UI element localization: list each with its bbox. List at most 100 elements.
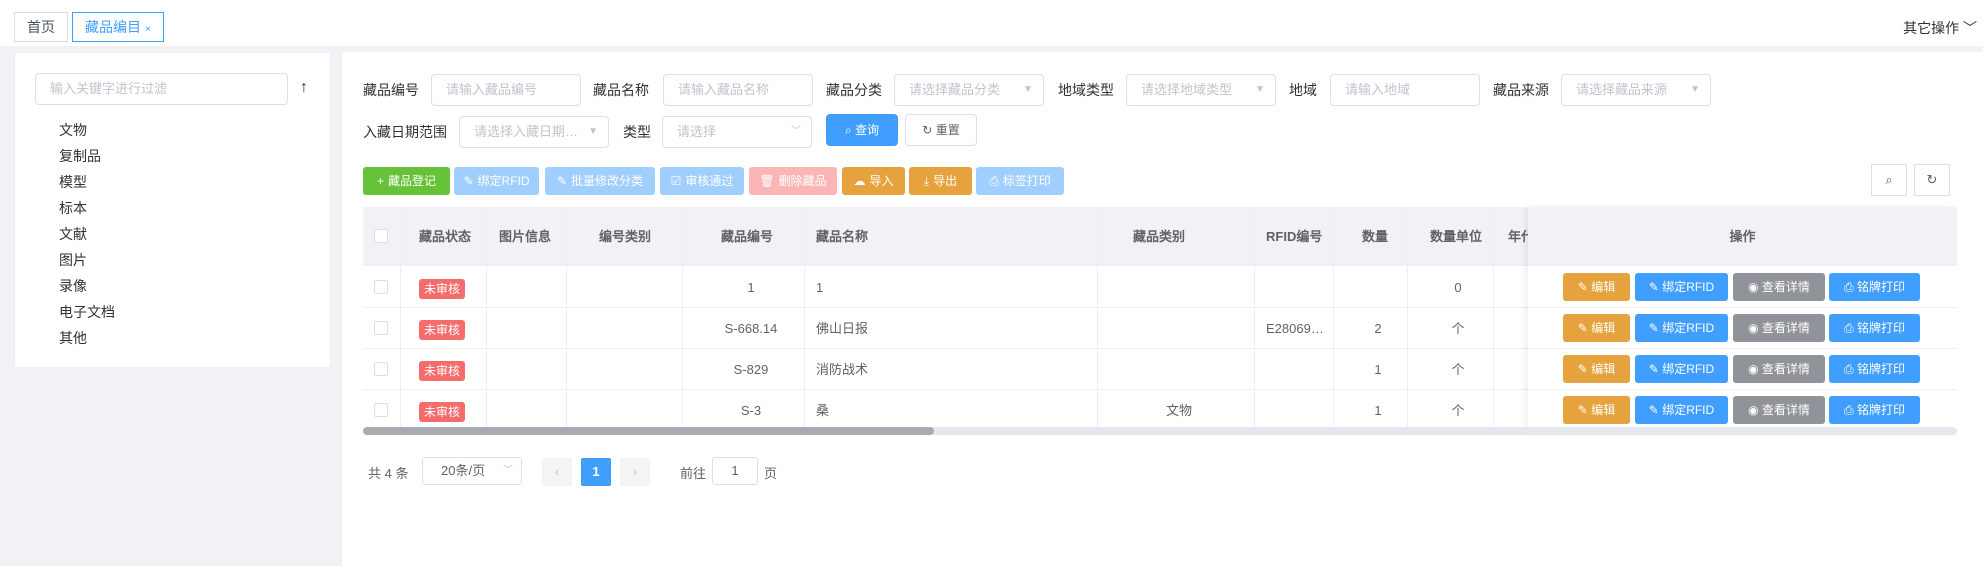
chevron-down-icon: ﹀: [503, 465, 513, 476]
tree-item[interactable]: 标本: [59, 195, 115, 221]
arrow-up-icon[interactable]: ↑: [300, 79, 308, 97]
tree-item[interactable]: 录像: [59, 273, 115, 299]
header-qty: 数量: [1362, 229, 1389, 244]
bind-rfid-row-button[interactable]: ✎ 绑定RFID: [1635, 355, 1728, 383]
type-select[interactable]: 请选择 ﹀: [662, 116, 812, 148]
region-input[interactable]: 请输入地域: [1330, 74, 1480, 106]
row-checkbox[interactable]: [374, 280, 388, 294]
row-checkbox[interactable]: [374, 321, 388, 335]
bind-rfid-row-button[interactable]: ✎ 绑定RFID: [1635, 396, 1728, 424]
eye-icon: ◉: [1748, 403, 1762, 417]
reset-button[interactable]: ↻ 重置: [905, 114, 977, 146]
status-cell: 未审核: [419, 267, 466, 308]
upload-icon: ☁: [853, 174, 866, 188]
category-tree-panel: 输入关键字进行过滤 ↑ 文物 复制品 模型 标本 文献 图片 录像 电子文档 其…: [14, 52, 331, 368]
plate-print-button[interactable]: ⎙ 铭牌打印: [1829, 355, 1920, 383]
chevron-down-icon: ▼: [1255, 84, 1265, 95]
collection-table: 藏品状态 图片信息 编号类别 藏品编号 藏品名称 藏品类别 RFID编号 数量 …: [363, 207, 1957, 435]
chevron-down-icon: ▼: [588, 126, 598, 137]
bind-label: 绑定RFID: [1662, 280, 1715, 294]
header-image: 图片信息: [499, 229, 552, 244]
plate-print-button[interactable]: ⎙ 铭牌打印: [1829, 273, 1920, 301]
goto-prefix: 前往: [680, 466, 707, 481]
goto-page-input[interactable]: 1: [712, 457, 758, 485]
bind-rfid-button[interactable]: ✎ 绑定RFID: [454, 167, 539, 195]
edit-button[interactable]: ✎ 编辑: [1563, 273, 1630, 301]
type-placeholder: 请选择: [677, 124, 717, 139]
edit-label: 编辑: [1591, 403, 1616, 417]
bind-rfid-row-button[interactable]: ✎ 绑定RFID: [1635, 314, 1728, 342]
category-select[interactable]: 请选择藏品分类 ▼: [894, 74, 1044, 106]
prev-page-button[interactable]: ‹: [542, 458, 572, 486]
batch-edit-category-button[interactable]: ✎ 批量修改分类: [545, 167, 655, 195]
edit-icon: ✎: [1577, 403, 1592, 417]
edit-button[interactable]: ✎ 编辑: [1563, 355, 1630, 383]
edit-icon: ✎: [1648, 403, 1663, 417]
edit-button[interactable]: ✎ 编辑: [1563, 314, 1630, 342]
delete-label: 删除藏品: [778, 174, 827, 188]
print-icon: ⎙: [1844, 280, 1857, 294]
edit-label: 编辑: [1591, 321, 1616, 335]
row-checkbox[interactable]: [374, 362, 388, 376]
tree-item[interactable]: 文物: [59, 117, 115, 143]
page-size-select[interactable]: 20条/页 ﹀: [422, 457, 522, 485]
status-cell: 未审核: [419, 390, 466, 431]
unit-cell: 0: [1454, 280, 1462, 295]
bind-rfid-row-button[interactable]: ✎ 绑定RFID: [1635, 273, 1728, 301]
code-input[interactable]: 请输入藏品编号: [431, 74, 581, 106]
plate-print-button[interactable]: ⎙ 铭牌打印: [1829, 396, 1920, 424]
name-input[interactable]: 请输入藏品名称: [663, 74, 813, 106]
view-detail-button[interactable]: ◉ 查看详情: [1733, 314, 1825, 342]
plate-print-button[interactable]: ⎙ 铭牌打印: [1829, 314, 1920, 342]
label-print-button[interactable]: ⎙ 标签打印: [976, 167, 1064, 195]
view-detail-button[interactable]: ◉ 查看详情: [1733, 273, 1825, 301]
date-range-select[interactable]: 请选择入藏日期… ▼: [459, 116, 609, 148]
tree-item[interactable]: 文献: [59, 221, 115, 247]
tree-item[interactable]: 其他: [59, 325, 115, 351]
edit-icon: ✎: [1648, 280, 1663, 294]
row-checkbox[interactable]: [374, 403, 388, 417]
tree-filter-input[interactable]: 输入关键字进行过滤: [35, 73, 288, 105]
chevron-down-icon: ﹀: [791, 126, 801, 137]
chevron-down-icon: ▼: [1690, 84, 1700, 95]
region-type-select[interactable]: 请选择地域类型 ▼: [1126, 74, 1276, 106]
tab-collection-catalog[interactable]: 藏品编目 ×: [72, 12, 164, 42]
view-detail-button[interactable]: ◉ 查看详情: [1733, 396, 1825, 424]
source-select[interactable]: 请选择藏品来源 ▼: [1561, 74, 1711, 106]
page-size-value: 20条/页: [441, 463, 486, 478]
export-button[interactable]: ⤓ 导出: [909, 167, 972, 195]
edit-button[interactable]: ✎ 编辑: [1563, 396, 1630, 424]
close-icon[interactable]: ×: [145, 24, 151, 35]
unit-cell: 个: [1451, 321, 1465, 336]
scrollbar-thumb[interactable]: [363, 427, 934, 435]
column-divider: [1333, 207, 1334, 435]
tree-item[interactable]: 电子文档: [59, 299, 115, 325]
tree-item[interactable]: 模型: [59, 169, 115, 195]
header-unit: 数量单位: [1430, 229, 1483, 244]
main-panel: 藏品编号 请输入藏品编号 藏品名称 请输入藏品名称 藏品分类 请选择藏品分类 ▼ …: [342, 52, 1983, 566]
search-icon[interactable]: ⌕: [1871, 164, 1907, 196]
print-icon: ⎙: [1844, 321, 1857, 335]
next-page-button[interactable]: ›: [620, 458, 650, 486]
status-badge: 未审核: [419, 401, 466, 422]
import-button[interactable]: ☁ 导入: [842, 167, 905, 195]
name-cell: 1: [816, 280, 824, 295]
edit-icon: ✎: [463, 174, 474, 188]
tree-item[interactable]: 复制品: [59, 143, 115, 169]
delete-button[interactable]: 🗑 删除藏品: [749, 167, 837, 195]
page-number-button[interactable]: 1: [581, 458, 611, 486]
tab-home[interactable]: 首页: [14, 12, 68, 42]
select-all-checkbox[interactable]: [374, 229, 388, 243]
audit-button[interactable]: ☑ 审核通过: [660, 167, 744, 195]
column-divider: [566, 207, 567, 435]
rfid-cell: E28069…: [1266, 321, 1324, 336]
unit-cell: 个: [1451, 362, 1465, 377]
trash-icon: 🗑: [759, 174, 775, 188]
tree-item[interactable]: 图片: [59, 247, 115, 273]
view-detail-button[interactable]: ◉ 查看详情: [1733, 355, 1825, 383]
other-ops-dropdown[interactable]: 其它操作 ﹀: [1903, 18, 1977, 38]
register-button[interactable]: + 藏品登记: [363, 167, 450, 195]
query-button[interactable]: ⌕ 查询: [826, 114, 898, 146]
refresh-icon[interactable]: ↻: [1914, 164, 1950, 196]
name-cell: 桑: [816, 403, 830, 418]
